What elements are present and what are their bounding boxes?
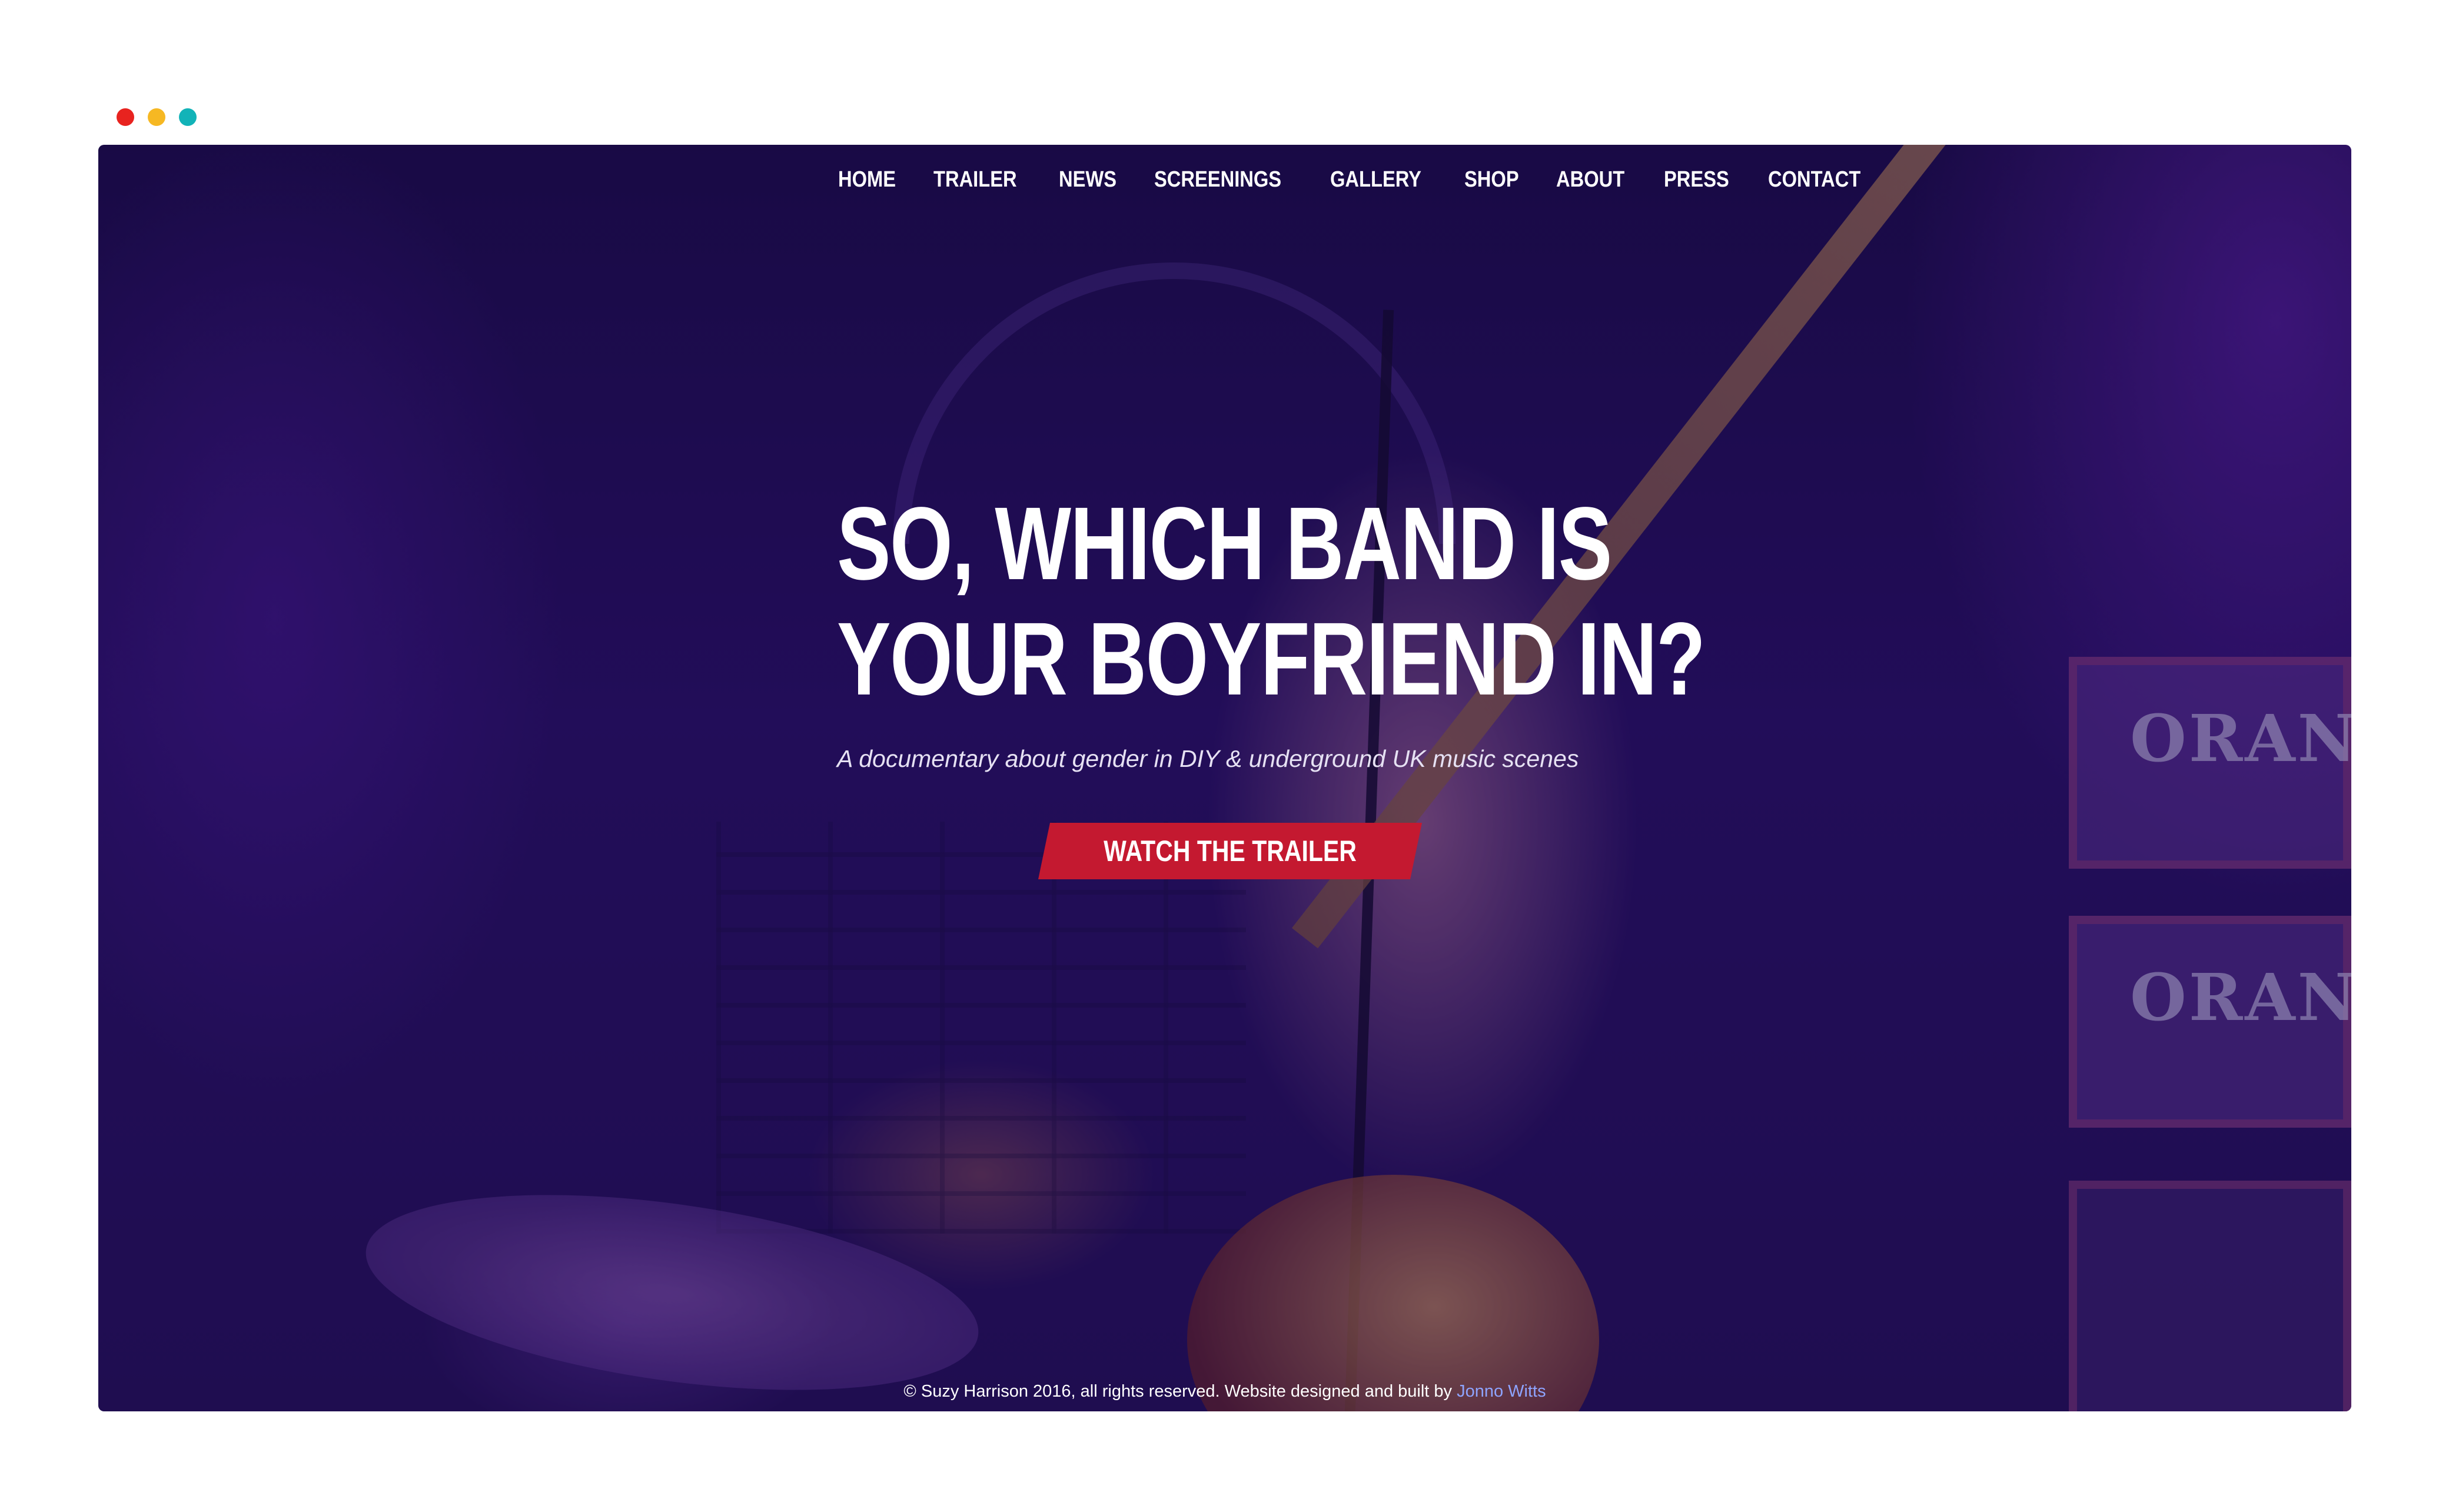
- main-navigation: HOME TRAILER NEWS SCREENINGS GALLERY SHO…: [838, 167, 1904, 192]
- designer-link[interactable]: Jonno Witts: [1457, 1382, 1546, 1401]
- nav-item-press[interactable]: PRESS: [1664, 167, 1729, 192]
- window-controls: [117, 108, 197, 126]
- nav-item-gallery[interactable]: GALLERY: [1330, 167, 1421, 192]
- nav-item-screenings[interactable]: SCREENINGS: [1154, 167, 1281, 192]
- watch-trailer-label: WATCH THE TRAILER: [1104, 835, 1357, 868]
- nav-item-about[interactable]: ABOUT: [1556, 167, 1624, 192]
- hero-title-line-1: SO, WHICH BAND IS: [837, 486, 1612, 602]
- hero-title: SO, WHICH BAND IS YOUR BOYFRIEND IN?: [837, 486, 1706, 717]
- nav-item-trailer[interactable]: TRAILER: [933, 167, 1017, 192]
- browser-viewport: ORANG ORANG HOME TRAILER NEWS SCREENINGS…: [98, 145, 2351, 1411]
- footer-copyright: © Suzy Harrison 2016, all rights reserve…: [98, 1382, 2351, 1401]
- nav-item-home[interactable]: HOME: [838, 167, 896, 192]
- watch-trailer-button[interactable]: WATCH THE TRAILER: [1038, 823, 1422, 879]
- close-window-dot[interactable]: [117, 108, 134, 126]
- maximize-window-dot[interactable]: [179, 108, 197, 126]
- hero-section: SO, WHICH BAND IS YOUR BOYFRIEND IN? A d…: [837, 486, 1706, 773]
- nav-item-news[interactable]: NEWS: [1059, 167, 1116, 192]
- hero-title-line-2: YOUR BOYFRIEND IN?: [837, 602, 1706, 717]
- footer-text: © Suzy Harrison 2016, all rights reserve…: [903, 1382, 1457, 1401]
- minimize-window-dot[interactable]: [148, 108, 165, 126]
- nav-item-contact[interactable]: CONTACT: [1768, 167, 1860, 192]
- nav-item-shop[interactable]: SHOP: [1464, 167, 1519, 192]
- hero-subtitle: A documentary about gender in DIY & unde…: [837, 745, 1579, 772]
- color-overlay: [98, 145, 2351, 1411]
